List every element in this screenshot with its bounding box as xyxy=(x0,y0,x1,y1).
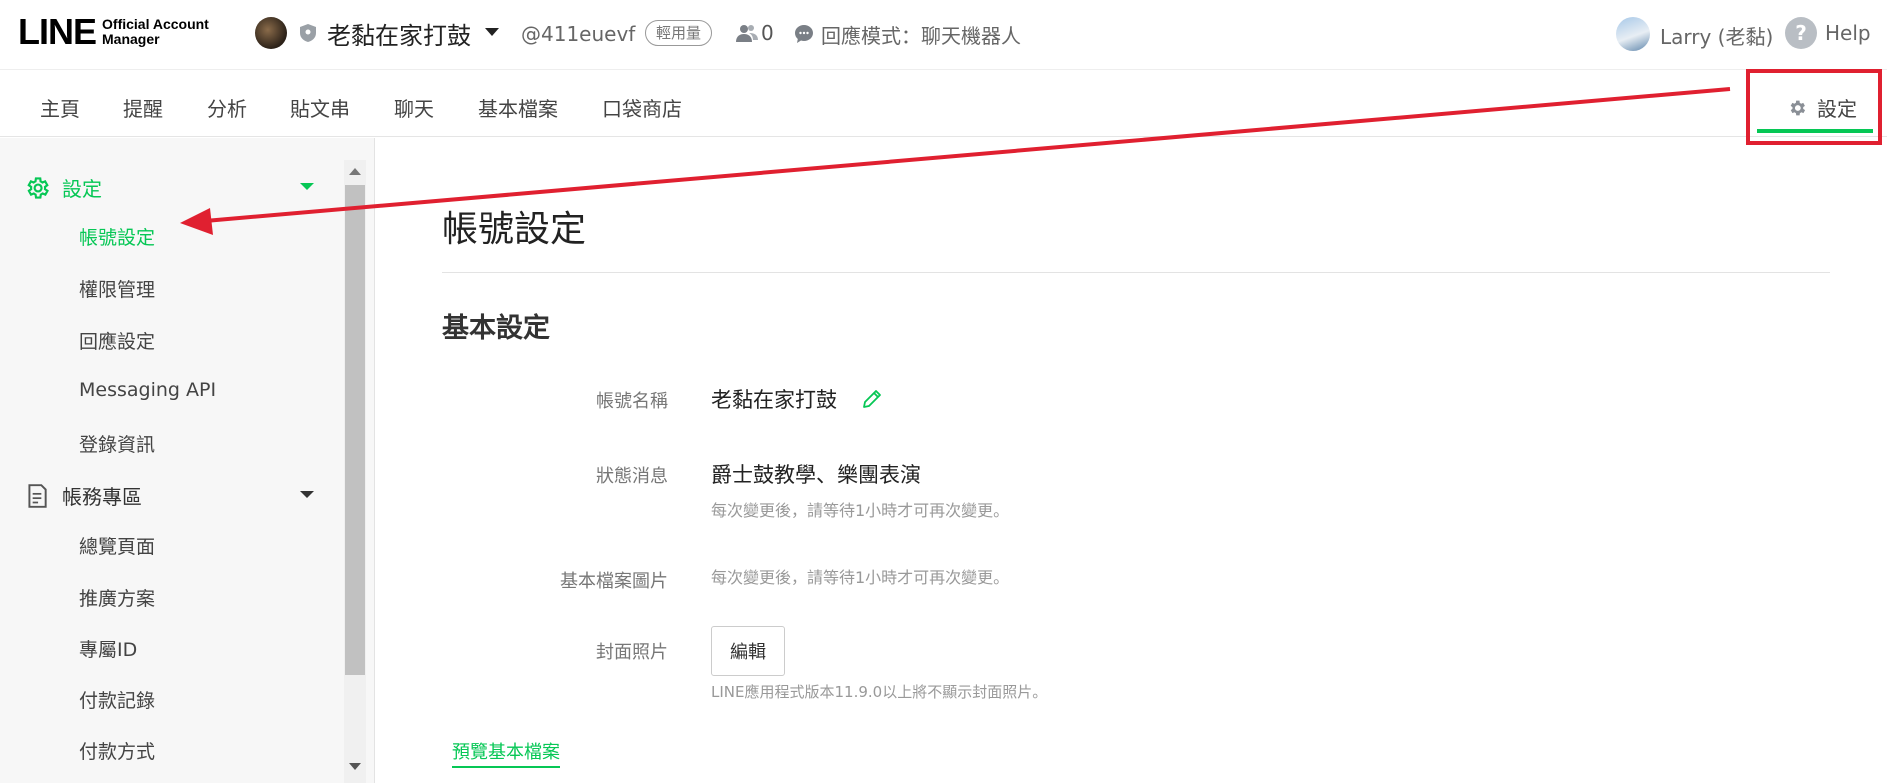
sidebar-item-account-settings[interactable]: 帳號設定 xyxy=(79,223,155,250)
plan-badge[interactable]: 輕用量 xyxy=(645,20,713,46)
sidebar-item-permissions[interactable]: 權限管理 xyxy=(79,275,155,302)
top-header: LINE Official Account Manager 老黏在家打鼓 @41… xyxy=(0,0,1887,70)
section-title: 基本設定 xyxy=(442,313,550,344)
status-message-value[interactable]: 爵士鼓教學、樂團表演 xyxy=(711,459,921,489)
main-tab-bar: 主頁 提醒 分析 貼文串 聊天 基本檔案 口袋商店 設定 xyxy=(0,71,1887,137)
sidebar-item-response-settings[interactable]: 回應設定 xyxy=(79,327,155,354)
document-icon xyxy=(28,483,47,508)
settings-sidebar: 設定 帳號設定 權限管理 回應設定 Messaging API 登錄資訊 帳務專… xyxy=(0,138,375,783)
logo-subtitle: Official Account Manager xyxy=(102,17,209,47)
pencil-edit-icon[interactable] xyxy=(861,388,883,410)
tab-home[interactable]: 主頁 xyxy=(40,93,80,122)
main-content: 帳號設定 基本設定 帳號名稱 老黏在家打鼓 狀態消息 爵士鼓教學、樂團表演 每次… xyxy=(376,138,1887,783)
profile-image-hint: 每次變更後，請等待1小時才可再次變更。 xyxy=(711,568,1010,587)
shield-icon xyxy=(300,24,316,42)
sidebar-item-registration-info[interactable]: 登錄資訊 xyxy=(79,430,155,457)
sidebar-item-premium-id[interactable]: 專屬ID xyxy=(79,635,137,662)
user-name[interactable]: Larry (老黏) xyxy=(1660,21,1773,50)
status-message-label: 狀態消息 xyxy=(596,466,668,487)
account-id: @411euevf xyxy=(521,22,636,46)
user-avatar[interactable] xyxy=(1616,17,1650,51)
sidebar-item-messaging-api[interactable]: Messaging API xyxy=(79,379,216,401)
page-title: 帳號設定 xyxy=(442,209,587,250)
friends-icon xyxy=(736,25,758,42)
sidebar-item-payment-methods[interactable]: 付款方式 xyxy=(79,737,155,764)
friends-count: 0 xyxy=(761,21,774,45)
gear-icon xyxy=(27,176,49,199)
sidebar-section-settings-label: 設定 xyxy=(62,177,102,201)
help-icon[interactable]: ? xyxy=(1785,17,1817,49)
account-name-selector[interactable]: 老黏在家打鼓 xyxy=(327,16,471,51)
cover-photo-label: 封面照片 xyxy=(596,642,668,663)
sidebar-item-promotion-plan[interactable]: 推廣方案 xyxy=(79,584,155,611)
help-link[interactable]: Help xyxy=(1825,21,1871,45)
chevron-down-icon[interactable] xyxy=(485,28,499,36)
chevron-down-icon[interactable] xyxy=(300,491,314,498)
account-name-label: 帳號名稱 xyxy=(596,391,668,412)
sidebar-scrollbar-thumb[interactable] xyxy=(345,185,365,675)
cover-edit-button[interactable]: 編輯 xyxy=(711,626,785,676)
sidebar-section-settings[interactable]: 設定 xyxy=(24,173,102,202)
tab-profile[interactable]: 基本檔案 xyxy=(478,93,558,122)
tab-posts[interactable]: 貼文串 xyxy=(290,93,350,122)
sidebar-item-overview[interactable]: 總覽頁面 xyxy=(79,532,155,559)
sidebar-section-billing[interactable]: 帳務專區 xyxy=(24,481,142,510)
cover-photo-hint: LINE應用程式版本11.9.0以上將不顯示封面照片。 xyxy=(711,683,1048,701)
chat-bubble-icon xyxy=(795,25,813,43)
sidebar-item-payment-history[interactable]: 付款記錄 xyxy=(79,686,155,713)
tab-analytics[interactable]: 分析 xyxy=(207,93,247,122)
tab-shop[interactable]: 口袋商店 xyxy=(602,93,682,122)
logo-wordmark: LINE xyxy=(18,11,97,52)
logo-subtitle-line2: Manager xyxy=(102,31,160,47)
scroll-up-arrow-icon[interactable] xyxy=(349,168,361,175)
annotation-highlight-box xyxy=(1746,69,1882,145)
tab-reminders[interactable]: 提醒 xyxy=(123,93,163,122)
account-avatar[interactable] xyxy=(255,17,287,49)
response-mode[interactable]: 回應模式：聊天機器人 xyxy=(821,20,1021,49)
tab-chat[interactable]: 聊天 xyxy=(394,93,434,122)
preview-profile-link[interactable]: 預覽基本檔案 xyxy=(452,738,560,768)
account-name-value: 老黏在家打鼓 xyxy=(711,388,837,412)
sidebar-section-billing-label: 帳務專區 xyxy=(62,485,142,509)
status-message-hint: 每次變更後，請等待1小時才可再次變更。 xyxy=(711,501,1010,520)
title-divider xyxy=(442,272,1830,273)
logo-subtitle-line1: Official Account xyxy=(102,16,209,32)
line-oa-manager-logo[interactable]: LINE Official Account Manager xyxy=(18,14,209,50)
chevron-down-icon[interactable] xyxy=(300,183,314,190)
profile-image-label: 基本檔案圖片 xyxy=(560,571,668,592)
scroll-down-arrow-icon[interactable] xyxy=(349,763,361,770)
